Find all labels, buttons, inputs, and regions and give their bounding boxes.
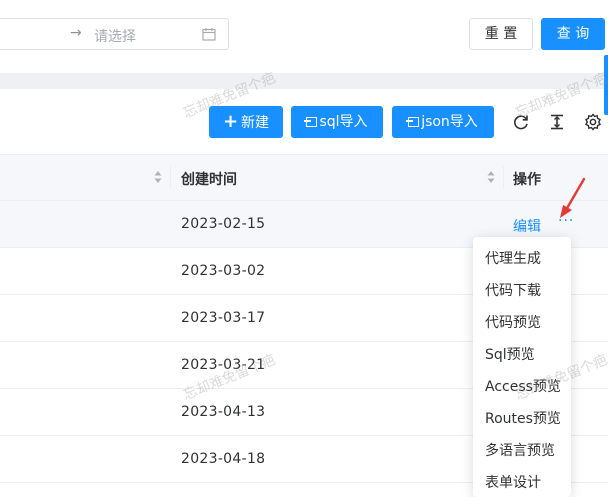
sort-icon[interactable] [154, 170, 162, 184]
calendar-icon[interactable] [202, 27, 216, 41]
created-time-cell: 2023-03-17 [181, 310, 266, 326]
menu-item-sql-preview[interactable]: Sql预览 [485, 344, 535, 364]
json-import-button[interactable]: json导入 [392, 106, 494, 138]
header-actions: 操作 [513, 172, 541, 188]
menu-item-proxy-generate[interactable]: 代理生成 [485, 248, 541, 268]
menu-item-form-design[interactable]: 表单设计 [485, 472, 541, 492]
query-button[interactable]: 查 询 [541, 18, 605, 50]
column-divider [170, 166, 171, 188]
edit-link[interactable]: 编辑 [513, 216, 541, 236]
menu-item-code-preview[interactable]: 代码预览 [485, 312, 541, 332]
reset-button[interactable]: 重 置 [469, 18, 533, 50]
created-time-cell: 2023-02-15 [181, 216, 266, 232]
annotation-arrow-icon [560, 177, 586, 218]
date-range-end-placeholder[interactable]: 请选择 [94, 26, 136, 46]
settings-icon[interactable] [584, 113, 602, 131]
json-import-label: json导入 [421, 114, 478, 130]
header-created-time[interactable]: 创建时间 [181, 169, 237, 189]
new-button-label: 新建 [241, 115, 270, 131]
menu-item-i18n-preview[interactable]: 多语言预览 [485, 440, 555, 460]
plus-icon: + [222, 111, 239, 132]
menu-item-code-download[interactable]: 代码下载 [485, 280, 541, 300]
menu-item-routes-preview[interactable]: Routes预览 [485, 408, 561, 428]
created-time-cell: 2023-04-18 [181, 451, 266, 467]
date-range-separator: → [70, 25, 82, 41]
sort-icon[interactable] [487, 170, 495, 184]
new-button[interactable]: + 新建 [209, 106, 283, 138]
import-icon [304, 117, 318, 127]
sql-import-button[interactable]: sql导入 [291, 106, 383, 138]
import-icon [406, 117, 420, 127]
sql-import-label: sql导入 [319, 114, 368, 130]
section-divider [0, 73, 608, 89]
created-time-cell: 2023-04-13 [181, 404, 266, 420]
column-height-icon[interactable] [548, 113, 566, 131]
created-time-cell: 2023-03-02 [181, 263, 266, 279]
column-divider [503, 166, 504, 188]
